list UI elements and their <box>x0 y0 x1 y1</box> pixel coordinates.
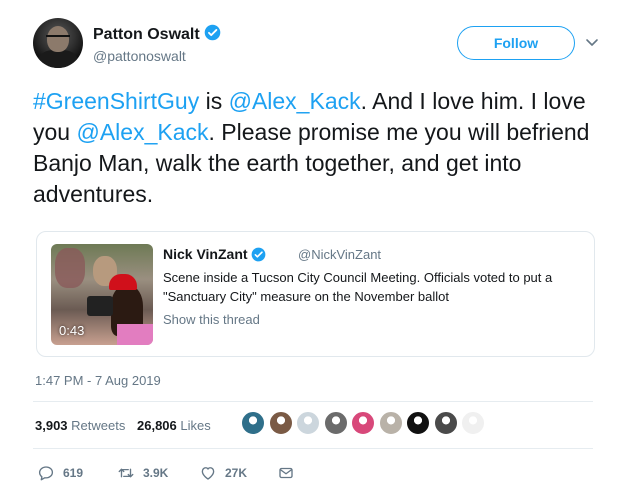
quoted-author-name-row: Nick VinZant <box>163 246 266 262</box>
retweets-count: 3,903 <box>35 418 68 433</box>
video-duration: 0:43 <box>59 323 85 338</box>
author-name-row[interactable]: Patton Oswalt <box>93 24 221 44</box>
chevron-down-icon[interactable] <box>584 34 600 50</box>
tweet-text-segment: is <box>199 88 229 114</box>
liker-avatar-5[interactable] <box>350 410 376 436</box>
retweets-stat[interactable]: 3,903 Retweets <box>35 418 125 433</box>
retweets-label: Retweets <box>71 418 126 433</box>
quoted-video-thumbnail[interactable]: 0:43 <box>51 244 153 345</box>
like-button[interactable]: 27K <box>199 463 247 483</box>
divider <box>33 448 593 449</box>
reply-button[interactable]: 619 <box>37 463 83 483</box>
likes-count: 26,806 <box>137 418 177 433</box>
tweet-timestamp[interactable]: 1:47 PM - 7 Aug 2019 <box>35 373 161 388</box>
verified-badge-icon <box>251 247 265 262</box>
red-hat-detail <box>109 274 137 290</box>
liker-avatar-8[interactable] <box>432 410 459 436</box>
envelope-icon <box>279 467 293 479</box>
liker-avatar-2[interactable] <box>267 410 294 436</box>
retweet-button[interactable]: 3.9K <box>117 463 168 483</box>
author-avatar[interactable] <box>33 18 83 68</box>
liker-avatar-7[interactable] <box>405 410 431 436</box>
divider <box>33 401 593 402</box>
liker-avatar-4[interactable] <box>322 410 349 436</box>
tweet-header: Patton Oswalt @pattonoswalt Follow <box>33 18 608 78</box>
liker-avatar-1[interactable] <box>240 410 266 436</box>
tweet-text: #GreenShirtGuy is @Alex_Kack. And I love… <box>33 86 593 210</box>
liker-avatar-3[interactable] <box>295 410 321 436</box>
likes-stat[interactable]: 26,806 Likes <box>137 418 211 433</box>
quoted-author-handle: @NickVinZant <box>298 247 382 262</box>
mention-link[interactable]: @Alex_Kack <box>76 119 208 145</box>
retweet-icon <box>118 468 134 478</box>
reply-icon <box>38 466 54 481</box>
reply-count: 619 <box>63 466 84 480</box>
tweet-stats: 3,903 Retweets 26,806 Likes <box>35 418 219 433</box>
quoted-tweet-card[interactable]: 0:43 Nick VinZant @NickVinZant Scene ins… <box>36 231 595 357</box>
show-thread-link[interactable]: Show this thread <box>163 312 260 327</box>
liker-avatar-9[interactable] <box>460 410 486 436</box>
heart-icon <box>201 467 215 480</box>
liker-avatar-6[interactable] <box>377 410 404 436</box>
likes-label: Likes <box>180 418 211 433</box>
like-count: 27K <box>225 466 248 480</box>
author-name[interactable]: Patton Oswalt <box>93 26 200 43</box>
quoted-author-name: Nick VinZant <box>163 246 248 262</box>
hashtag-link[interactable]: #GreenShirtGuy <box>33 88 199 114</box>
follow-button[interactable]: Follow <box>457 26 575 60</box>
mention-link[interactable]: @Alex_Kack <box>229 88 361 114</box>
retweet-count: 3.9K <box>143 466 169 480</box>
verified-badge-icon <box>204 24 220 41</box>
direct-message-button[interactable] <box>277 463 303 483</box>
author-handle[interactable]: @pattonoswalt <box>93 48 186 64</box>
quoted-tweet-text: Scene inside a Tucson City Council Meeti… <box>163 270 553 304</box>
